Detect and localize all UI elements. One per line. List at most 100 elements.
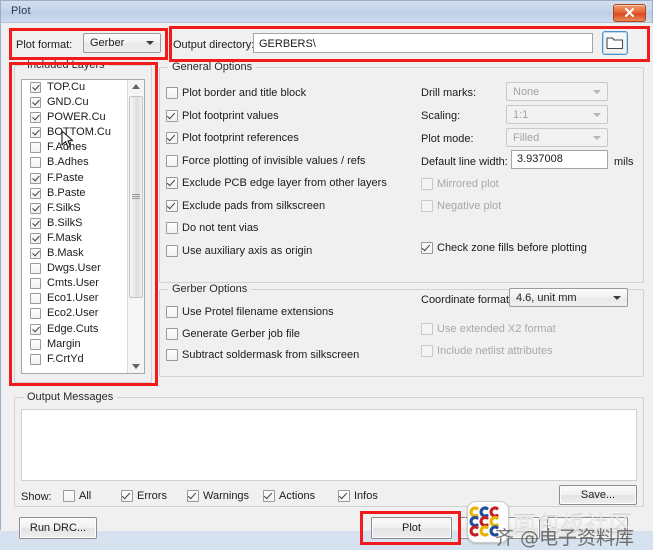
title-bar: Plot	[1, 1, 652, 23]
gerber-option-checkbox[interactable]: Include netlist attributes	[421, 344, 553, 358]
default-line-width-input[interactable]: 3.937008	[511, 150, 608, 169]
message-filter-checkbox[interactable]: All	[63, 490, 91, 503]
layer-row[interactable]: F.SilkS	[22, 201, 144, 216]
layer-label: F.Adhes	[47, 141, 87, 154]
layer-row[interactable]: B.Mask	[22, 246, 144, 261]
layer-checkbox[interactable]	[30, 127, 41, 139]
browse-output-directory-button[interactable]	[602, 31, 628, 55]
close-footer-button[interactable]	[547, 517, 628, 539]
message-filter-label: All	[79, 490, 92, 502]
layer-row[interactable]: F.Mask	[22, 231, 144, 246]
coordinate-format-label: Coordinate format:	[421, 294, 513, 306]
layer-rows-container: TOP.Cu GND.Cu POWER.Cu BOTTOM.Cu F.Adhes B.Ad…	[22, 80, 144, 367]
general-option-checkbox[interactable]: Do not tent vias	[166, 222, 258, 235]
layer-checkbox[interactable]	[30, 278, 41, 290]
layer-checkbox[interactable]	[30, 217, 41, 229]
drill-marks-dropdown[interactable]: None	[506, 82, 608, 101]
layer-row[interactable]: Eco1.User	[22, 291, 144, 306]
layer-label: BOTTOM.Cu	[47, 126, 111, 139]
message-filter-label: Actions	[279, 490, 316, 502]
layer-checkbox[interactable]	[30, 263, 41, 275]
folder-icon	[606, 37, 624, 50]
general-option-checkbox[interactable]: Force plotting of invisible values / ref…	[166, 154, 365, 168]
layer-checkbox[interactable]	[30, 172, 41, 184]
general-option-checkbox[interactable]: Plot footprint references	[166, 132, 299, 145]
window-title: Plot	[11, 5, 31, 17]
layer-row[interactable]: TOP.Cu	[22, 80, 144, 95]
scrollbar-grip-icon	[132, 194, 140, 200]
plot-format-dropdown[interactable]: Gerber	[83, 33, 161, 53]
scaling-label: Scaling:	[421, 110, 461, 122]
scrollbar-thumb[interactable]	[129, 96, 143, 298]
layer-checkbox[interactable]	[30, 97, 41, 109]
gerber-option-checkbox[interactable]: Generate Gerber job file	[166, 327, 301, 341]
gerber-option-label: Include netlist attributes	[437, 344, 553, 357]
message-filter-checkbox[interactable]: Warnings	[187, 490, 249, 503]
layers-scrollbar[interactable]	[127, 80, 144, 373]
general-option-checkbox[interactable]: Plot footprint values	[166, 109, 279, 123]
layer-row[interactable]: Dwgs.User	[22, 261, 144, 276]
general-option-checkbox[interactable]: Exclude pads from silkscreen	[166, 199, 325, 213]
general-option-checkbox[interactable]: Plot border and title block	[166, 87, 306, 100]
close-button[interactable]	[613, 4, 646, 22]
message-filter-checkbox[interactable]: Actions	[263, 490, 315, 503]
layer-checkbox[interactable]	[30, 112, 41, 124]
layer-checkbox[interactable]	[30, 248, 41, 260]
layer-checkbox[interactable]	[30, 187, 41, 199]
general-option-checkbox[interactable]: Exclude PCB edge layer from other layers	[166, 177, 387, 190]
layer-row[interactable]: F.Paste	[22, 171, 144, 186]
layer-checkbox[interactable]	[30, 338, 41, 350]
gerber-option-checkbox[interactable]: Use Protel filename extensions	[166, 306, 334, 319]
layer-row[interactable]: GND.Cu	[22, 95, 144, 110]
layer-checkbox[interactable]	[30, 157, 41, 169]
general-option-label: Plot footprint values	[182, 109, 279, 122]
general-option-checkbox[interactable]: Use auxiliary axis as origin	[166, 244, 312, 258]
show-filters-label: Show:	[21, 491, 52, 503]
message-filter-checkbox[interactable]: Errors	[121, 490, 167, 503]
layer-row[interactable]: B.SilkS	[22, 216, 144, 231]
layer-label: Edge.Cuts	[47, 322, 99, 335]
general-options-title: General Options	[168, 61, 257, 73]
plot-button[interactable]: Plot	[371, 517, 452, 539]
layer-row[interactable]: Cmts.User	[22, 276, 144, 291]
output-messages-textarea[interactable]	[21, 409, 637, 481]
default-line-width-label: Default line width:	[421, 156, 508, 168]
secondary-footer-button[interactable]	[459, 517, 540, 539]
layer-row[interactable]: Margin	[22, 337, 144, 352]
layer-label: B.Paste	[47, 186, 86, 199]
layer-checkbox[interactable]	[30, 202, 41, 214]
check-zone-fills-checkbox[interactable]: Check zone fills before plotting	[421, 242, 587, 255]
mirrored-plot-checkbox[interactable]: Mirrored plot	[421, 178, 499, 191]
layer-row[interactable]: B.Paste	[22, 186, 144, 201]
layer-row[interactable]: F.CrtYd	[22, 352, 144, 367]
gerber-option-label: Generate Gerber job file	[182, 327, 301, 340]
coordinate-format-dropdown[interactable]: 4.6, unit mm	[509, 288, 628, 307]
layer-checkbox[interactable]	[30, 308, 41, 320]
layer-row[interactable]: Edge.Cuts	[22, 322, 144, 337]
message-filter-checkbox[interactable]: Infos	[338, 490, 378, 503]
scaling-dropdown[interactable]: 1:1	[506, 105, 608, 124]
save-messages-button[interactable]: Save...	[559, 485, 637, 505]
layer-checkbox[interactable]	[30, 232, 41, 244]
layer-checkbox[interactable]	[30, 82, 41, 93]
scroll-down-arrow-icon[interactable]	[128, 359, 144, 373]
general-option-label: Plot footprint references	[182, 132, 299, 144]
layer-checkbox[interactable]	[30, 142, 41, 154]
layer-checkbox[interactable]	[30, 353, 41, 365]
layer-row[interactable]: Eco2.User	[22, 306, 144, 321]
layer-row[interactable]: B.Adhes	[22, 155, 144, 170]
drill-marks-value: None	[513, 85, 540, 98]
layer-row[interactable]: POWER.Cu	[22, 110, 144, 125]
gerber-option-checkbox[interactable]: Use extended X2 format	[421, 323, 556, 336]
layer-checkbox[interactable]	[30, 293, 41, 305]
negative-plot-checkbox[interactable]: Negative plot	[421, 200, 501, 213]
plot-mode-label: Plot mode:	[421, 133, 474, 145]
run-drc-button[interactable]: Run DRC...	[19, 517, 97, 539]
layer-row[interactable]: BOTTOM.Cu	[22, 125, 144, 140]
output-directory-input[interactable]: GERBERS\	[253, 33, 593, 53]
layer-row[interactable]: F.Adhes	[22, 140, 144, 155]
plot-mode-dropdown[interactable]: Filled	[506, 128, 608, 147]
layer-checkbox[interactable]	[30, 323, 41, 335]
gerber-option-checkbox[interactable]: Subtract soldermask from silkscreen	[166, 349, 359, 362]
scroll-up-arrow-icon[interactable]	[128, 80, 144, 94]
